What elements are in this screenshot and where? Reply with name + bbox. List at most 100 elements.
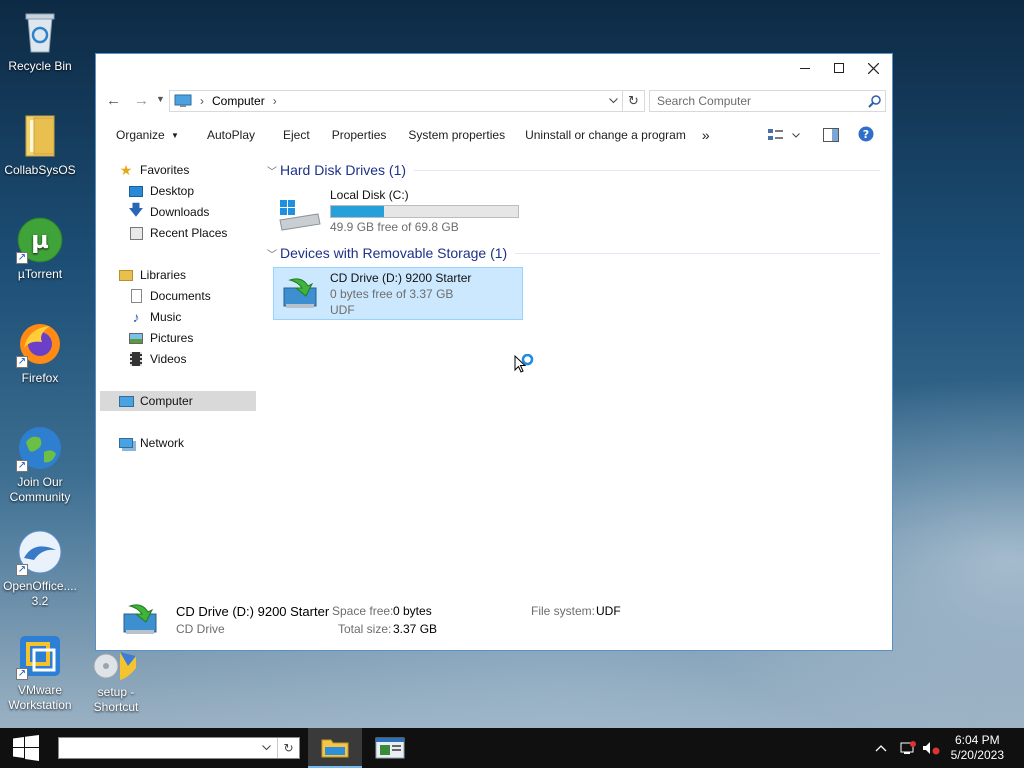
- breadcrumb-separator-icon: ›: [272, 94, 277, 108]
- recycle-bin-icon: [16, 8, 64, 56]
- nav-label: Videos: [150, 352, 187, 366]
- details-pane: CD Drive (D:) 9200 Starter CD Drive Spac…: [96, 594, 892, 650]
- recent-locations-button[interactable]: ▼: [156, 94, 165, 104]
- chevron-down-icon: [792, 132, 800, 138]
- shortcut-arrow-icon: ↗: [16, 460, 28, 472]
- uninstall-program-button[interactable]: Uninstall or change a program: [515, 128, 696, 142]
- nav-label: Downloads: [150, 205, 210, 219]
- firefox-icon: ↗: [16, 320, 64, 368]
- refresh-button[interactable]: ↻: [622, 91, 644, 111]
- eject-button[interactable]: Eject: [265, 128, 320, 142]
- nav-label: Recent Places: [150, 226, 228, 240]
- nav-desktop[interactable]: Desktop: [100, 181, 256, 201]
- windows-drive-icon: [278, 200, 322, 237]
- collapse-chevron-icon: ﹀: [267, 249, 277, 261]
- vmware-icon: ↗: [16, 632, 64, 680]
- desktop-icon-join-community[interactable]: ↗ Join Our Community: [0, 424, 80, 505]
- chevron-down-icon: ▼: [171, 131, 179, 140]
- group-hard-disk-drives[interactable]: ﹀ Hard Disk Drives (1): [264, 160, 880, 180]
- search-icon[interactable]: [868, 94, 881, 108]
- desktop-icon-vmware[interactable]: ↗ VMware Workstation: [0, 632, 80, 713]
- taskbar-refresh-button[interactable]: ↻: [277, 738, 299, 758]
- nav-pictures[interactable]: Pictures: [100, 328, 256, 348]
- drive-usage-fill: [331, 206, 385, 217]
- drive-cd-d[interactable]: CD Drive (D:) 9200 Starter 0 bytes free …: [273, 267, 523, 320]
- help-button[interactable]: ?: [858, 126, 874, 145]
- network-icon: [118, 435, 134, 451]
- nav-label: Documents: [150, 289, 211, 303]
- cd-drive-icon: [122, 602, 158, 639]
- nav-downloads[interactable]: 🡇 Downloads: [100, 202, 256, 222]
- taskbar-app-window[interactable]: [363, 728, 417, 768]
- file-explorer-icon: [321, 739, 349, 758]
- content-area: ﹀ Hard Disk Drives (1) Local Disk (C:) 4…: [264, 158, 884, 594]
- desktop-icon-recycle-bin[interactable]: Recycle Bin: [0, 8, 80, 74]
- nav-computer[interactable]: Computer: [100, 391, 256, 411]
- setup-icon: [92, 650, 140, 682]
- taskbar-address-input[interactable]: ↻: [58, 737, 300, 759]
- details-space-free-label: Space free:: [332, 604, 394, 618]
- back-button[interactable]: ←: [106, 92, 121, 109]
- forward-button[interactable]: →: [134, 92, 149, 109]
- nav-videos[interactable]: Videos: [100, 349, 256, 369]
- network-status-icon[interactable]: [900, 741, 916, 758]
- desktop-icon: [128, 183, 144, 199]
- minimize-button[interactable]: [788, 54, 822, 82]
- shortcut-arrow-icon: ↗: [16, 356, 28, 368]
- details-total-size-value: 3.37 GB: [393, 622, 438, 636]
- system-clock[interactable]: 6:04 PM 5/20/2023: [951, 733, 1004, 763]
- recent-places-icon: [128, 225, 144, 241]
- breadcrumb-computer[interactable]: Computer: [212, 94, 265, 108]
- address-bar[interactable]: › Computer › ↻: [169, 90, 645, 112]
- desktop-icon-label: setup - Shortcut: [93, 685, 139, 714]
- details-space-free-value: 0 bytes: [393, 604, 432, 618]
- more-commands-button[interactable]: »: [696, 127, 720, 143]
- refresh-icon: ↻: [283, 741, 294, 755]
- computer-icon: [174, 94, 192, 108]
- nav-favorites[interactable]: ★ Favorites: [100, 160, 256, 180]
- nav-libraries[interactable]: Libraries: [100, 265, 256, 285]
- drive-usage-bar: [330, 205, 519, 218]
- close-button[interactable]: [856, 54, 890, 82]
- desktop-icon-openoffice[interactable]: ↗ OpenOffice.... 3.2: [0, 528, 80, 609]
- drive-local-disk-c[interactable]: Local Disk (C:) 49.9 GB free of 69.8 GB: [274, 186, 524, 238]
- organize-label: Organize: [116, 128, 165, 142]
- chevron-up-icon: [875, 745, 887, 752]
- nav-label: Favorites: [140, 163, 190, 177]
- nav-network[interactable]: Network: [100, 433, 256, 453]
- taskbar-file-explorer[interactable]: [308, 728, 362, 768]
- maximize-button[interactable]: [822, 54, 856, 82]
- desktop-icon-label: Join Our Community: [9, 475, 71, 504]
- taskbar: ↻ 6:04 PM 5/20/2023: [0, 728, 1024, 768]
- busy-cursor-icon: [514, 353, 534, 379]
- close-icon: [867, 62, 879, 74]
- nav-music[interactable]: ♪ Music: [100, 307, 256, 327]
- show-hidden-icons-button[interactable]: [875, 741, 887, 755]
- desktop-icon-utorrent[interactable]: µ ↗ µTorrent: [0, 216, 80, 282]
- svg-text:µ: µ: [31, 226, 49, 254]
- autoplay-button[interactable]: AutoPlay: [189, 128, 265, 142]
- taskbar-address-dropdown-button[interactable]: [257, 738, 275, 758]
- desktop-icon-label: OpenOffice.... 3.2: [3, 579, 77, 608]
- search-input[interactable]: Search Computer: [649, 90, 886, 112]
- address-dropdown-button[interactable]: [604, 91, 622, 111]
- start-button[interactable]: [0, 728, 52, 768]
- command-bar: Organize ▼ AutoPlay Eject Properties Sys…: [96, 120, 892, 150]
- desktop-icon-label: CollabSysOS: [4, 163, 76, 177]
- desktop-icon-label: Recycle Bin: [8, 59, 72, 73]
- volume-muted-icon[interactable]: [922, 741, 940, 758]
- system-properties-button[interactable]: System properties: [396, 128, 515, 142]
- group-removable-storage[interactable]: ﹀ Devices with Removable Storage (1): [264, 243, 880, 263]
- drive-file-system: UDF: [330, 303, 355, 317]
- nav-documents[interactable]: Documents: [100, 286, 256, 306]
- organize-button[interactable]: Organize ▼: [96, 128, 189, 142]
- desktop-icon-firefox[interactable]: ↗ Firefox: [0, 320, 80, 386]
- desktop-icon-collabsysos[interactable]: CollabSysOS: [0, 112, 80, 178]
- nav-recent-places[interactable]: Recent Places: [100, 223, 256, 243]
- properties-button[interactable]: Properties: [320, 128, 397, 142]
- preview-pane-button[interactable]: [823, 128, 839, 145]
- chevron-down-icon: [609, 98, 618, 104]
- nav-label: Pictures: [150, 331, 194, 345]
- desktop-icon-setup-shortcut[interactable]: setup - Shortcut: [76, 650, 156, 715]
- change-view-button[interactable]: [768, 128, 800, 142]
